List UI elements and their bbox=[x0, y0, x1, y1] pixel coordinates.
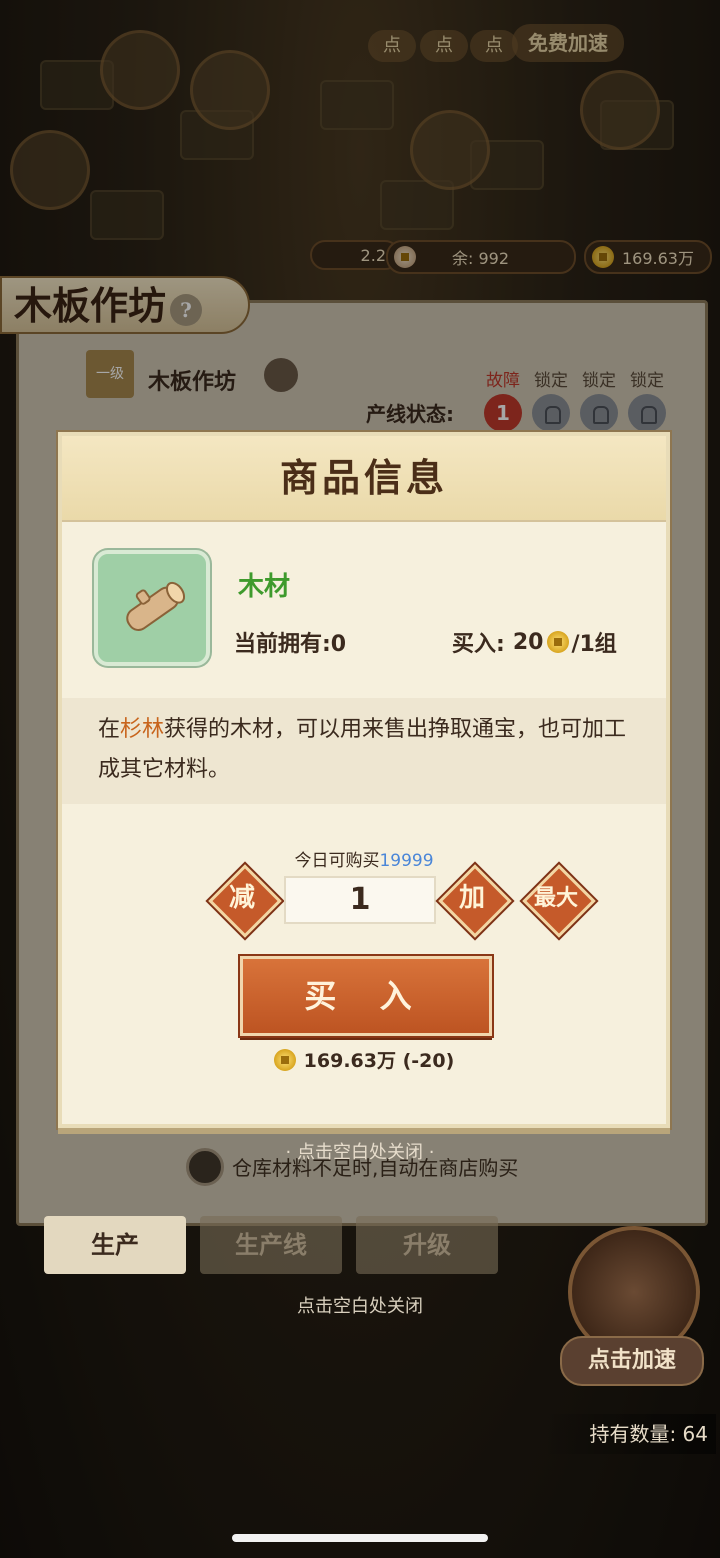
cost-summary-text: 169.63万 (-20) bbox=[303, 1050, 455, 1072]
modal-title: 商品信息 bbox=[279, 455, 448, 500]
decrease-button[interactable]: 减 bbox=[208, 864, 282, 938]
quantity-input[interactable]: 1 bbox=[284, 876, 436, 924]
description-prefix: 在 bbox=[98, 717, 121, 742]
speedup-button[interactable]: 点击加速 bbox=[560, 1226, 704, 1386]
holding-count: 持有数量: 64 bbox=[540, 1414, 716, 1454]
buy-button[interactable]: 买 入 bbox=[240, 956, 492, 1036]
holding-count-text: 持有数量: 64 bbox=[589, 1422, 708, 1446]
increase-label: 加 bbox=[458, 883, 485, 913]
increase-button[interactable]: 加 bbox=[438, 864, 512, 938]
close-hint-text: 点击空白处关闭 bbox=[297, 1296, 423, 1317]
close-hint-modal[interactable]: · 点击空白处关闭 · bbox=[0, 1138, 720, 1164]
coin-icon bbox=[547, 631, 570, 653]
close-hint-modal-text: · 点击空白处关闭 · bbox=[285, 1142, 435, 1163]
buy-price-row: 买入: 20 /1组 bbox=[452, 626, 617, 658]
item-name: 木材 bbox=[238, 572, 291, 602]
wood-icon bbox=[94, 550, 210, 666]
tab-production[interactable]: 生产 bbox=[44, 1216, 186, 1274]
home-indicator[interactable] bbox=[232, 1534, 488, 1542]
cost-summary: 169.63万 (-20) bbox=[62, 1046, 666, 1073]
owned-count: 当前拥有:0 bbox=[234, 632, 347, 657]
buy-price-label: 买入: bbox=[452, 632, 505, 657]
daily-limit-label: 今日可购买 bbox=[294, 851, 380, 871]
max-label: 最大 bbox=[533, 885, 578, 911]
buy-price-unit: /1组 bbox=[571, 632, 617, 657]
item-info-modal: 商品信息 木材 当前拥有:0 买入: 20 /1组 在杉林获得的木材，可以用来售… bbox=[58, 432, 670, 1128]
location-highlight: 杉林 bbox=[120, 717, 165, 742]
daily-limit-value: 19999 bbox=[379, 851, 434, 871]
tab-upgrade[interactable]: 升级 bbox=[356, 1216, 498, 1274]
tab-production-line[interactable]: 生产线 bbox=[200, 1216, 342, 1274]
speedup-label: 点击加速 bbox=[560, 1336, 704, 1386]
max-button[interactable]: 最大 bbox=[522, 864, 596, 938]
description-rest: 获得的木材，可以用来售出挣取通宝，也可加工成其它材料。 bbox=[98, 717, 627, 782]
buy-price-value: 20 bbox=[512, 629, 544, 655]
decrease-label: 减 bbox=[228, 883, 255, 913]
item-description: 在杉林获得的木材，可以用来售出挣取通宝，也可加工成其它材料。 bbox=[98, 710, 638, 790]
modal-header: 商品信息 bbox=[62, 436, 666, 522]
coin-icon bbox=[273, 1048, 296, 1071]
